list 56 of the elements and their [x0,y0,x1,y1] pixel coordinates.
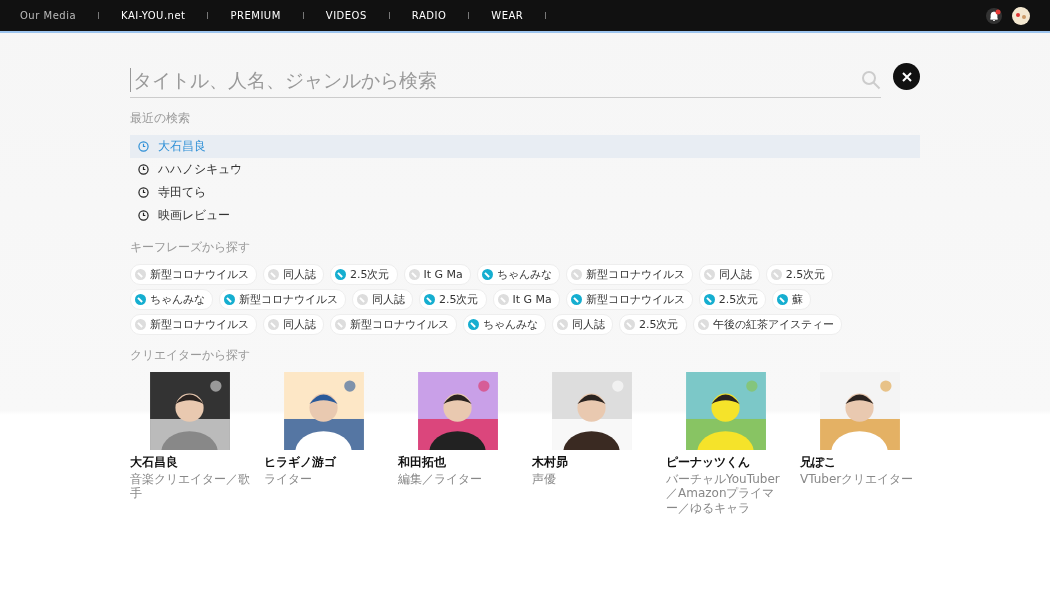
keyphrase-chip[interactable]: 2.5次元 [619,314,687,335]
nav-link[interactable]: RADIO [411,10,447,21]
nav-link[interactable]: PREMIUM [230,10,281,21]
recent-search-item[interactable]: 映画レビュー [130,204,920,227]
nav-link[interactable]: VIDEOS [325,10,367,21]
keyphrase-chip[interactable]: 新型コロナウイルス [330,314,457,335]
keyphrase-chip[interactable]: 蘇 [772,289,812,310]
keyphrase-chip[interactable]: 新型コロナウイルス [219,289,346,310]
keyphrase-chip[interactable]: 2.5次元 [765,264,834,285]
section-title: 最近の検索 [130,110,191,127]
keyphrase-chip[interactable]: 2.5次元 [698,289,767,310]
keyphrase-chip[interactable]: 新型コロナウイルス [565,289,693,310]
creator-role: バーチャルYouTuber／Amazonプライマー／ゆるキャラ [666,472,781,516]
keyphrase-chip[interactable]: 同人誌 [552,314,613,335]
keyphrase-chip[interactable]: 午後の紅茶アイスティー [692,314,842,335]
creator-role: VTuberクリエイター [800,472,915,487]
recent-search-item[interactable]: 寺田てら [130,181,920,204]
nav-link[interactable]: WEAR [491,10,524,21]
keyphrase-chip[interactable]: It G Ma [492,289,560,310]
section-title: クリエイターから探す [130,347,251,364]
creator-role: 音楽クリエイター／歌手 [130,472,250,501]
keyphrase-chip[interactable]: ちゃんみな [476,264,560,285]
clock-icon [138,210,149,221]
bell-icon[interactable] [986,7,1002,24]
creator-name[interactable]: 大石昌良 [130,454,250,471]
creator-name[interactable]: 和田拓也 [398,454,518,471]
close-icon [901,71,912,82]
keyphrase-chip[interactable]: 同人誌 [352,289,413,310]
keyphrase-chip[interactable]: 新型コロナウイルス [130,314,257,335]
creator-name[interactable]: 兄ぽこ [800,454,920,471]
keyphrase-chip[interactable]: 2.5次元 [330,264,398,285]
creator-name[interactable]: ヒラギノ游ゴ [264,454,384,471]
keyphrase-chip[interactable]: 新型コロナウイルス [130,264,257,285]
keyphrase-chip[interactable]: 同人誌 [698,264,760,285]
nav-link[interactable]: Our Media [20,10,77,21]
section-title: キーフレーズから探す [130,239,251,256]
creator-role: 声優 [532,472,557,487]
keyphrase-chip[interactable]: ちゃんみな [463,314,546,335]
close-button[interactable] [893,63,920,90]
keyphrase-chip[interactable]: ちゃんみな [130,289,213,310]
keyphrase-chip[interactable]: It G Ma [403,264,471,285]
keyphrase-chip[interactable]: 同人誌 [263,314,324,335]
clock-icon [138,141,149,152]
recent-search-item[interactable]: ハハノシキュウ [130,158,920,181]
keyphrase-chip[interactable]: 新型コロナウイルス [565,264,693,285]
keyphrase-chip[interactable]: 同人誌 [263,264,324,285]
nav-link[interactable]: KAI-YOU.net [121,10,186,21]
clock-icon [138,164,149,175]
clock-icon [138,187,149,198]
creator-role: ライター [264,472,313,487]
creator-name[interactable]: ピーナッツくん [666,454,786,471]
search-field[interactable]: タイトル、人名、ジャンルから検索 [130,68,861,92]
creator-role: 編集／ライター [398,472,483,487]
creator-name[interactable]: 木村昴 [532,454,652,471]
keyphrase-chip[interactable]: 2.5次元 [419,289,487,310]
avatar-icon[interactable] [1012,6,1030,25]
